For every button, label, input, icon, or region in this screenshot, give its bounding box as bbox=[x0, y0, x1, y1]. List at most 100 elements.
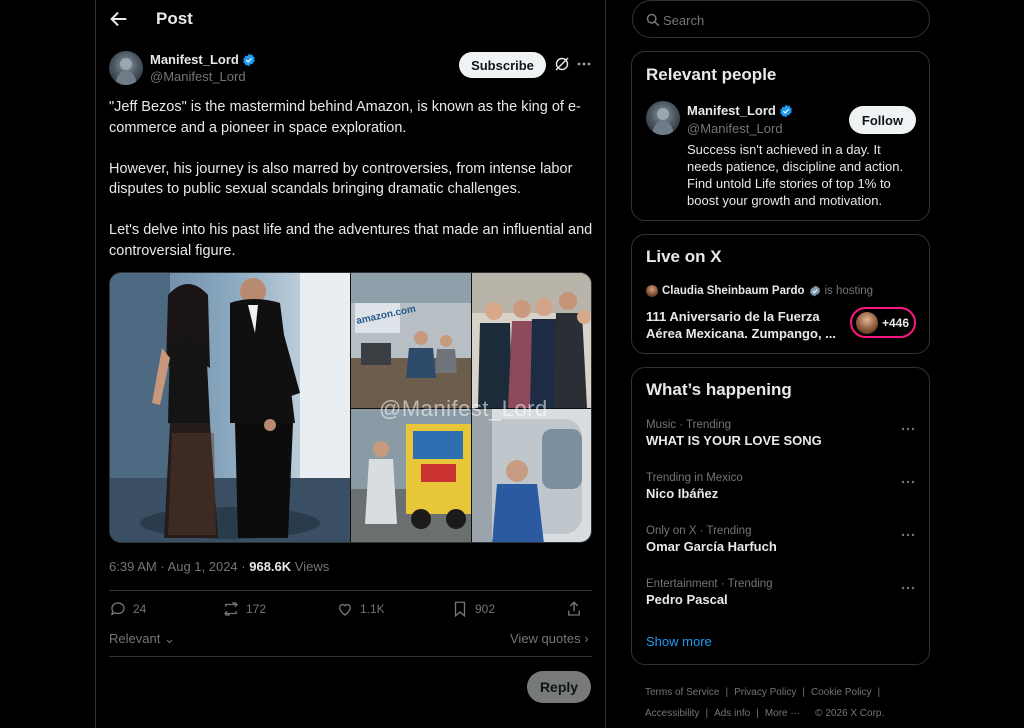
more-options-icon[interactable] bbox=[900, 580, 916, 596]
media-photo-family[interactable] bbox=[472, 273, 591, 408]
like-action[interactable]: 1.1K bbox=[336, 600, 385, 618]
copyright: © 2026 X Corp. bbox=[815, 708, 885, 719]
views-label: Views bbox=[294, 559, 330, 574]
listener-count: +446 bbox=[882, 315, 910, 330]
media-photo-space[interactable] bbox=[472, 409, 591, 542]
search-icon bbox=[646, 13, 660, 27]
trend-item[interactable]: Trending in Mexico Nico Ibáñez bbox=[646, 472, 916, 501]
host-avatar bbox=[646, 285, 658, 297]
more-options-icon[interactable] bbox=[900, 474, 916, 490]
media-watermark: @Manifest_Lord bbox=[379, 396, 548, 421]
live-host-row[interactable]: Claudia Sheinbaum Pardo is hosting bbox=[646, 285, 873, 297]
more-options-icon[interactable] bbox=[900, 421, 916, 437]
bookmark-action[interactable]: 902 bbox=[451, 600, 495, 618]
reply-icon bbox=[110, 602, 125, 616]
post-text: "Jeff Bezos" is the mastermind behind Am… bbox=[109, 97, 594, 282]
more-options-icon[interactable] bbox=[575, 55, 593, 73]
live-title: Live on X bbox=[646, 247, 722, 266]
chevron-down-icon: ⌄ bbox=[163, 631, 175, 646]
terms-link[interactable]: Terms of Service bbox=[645, 687, 719, 698]
show-more-link[interactable]: Show more bbox=[646, 634, 712, 649]
page-title: Post bbox=[156, 9, 193, 28]
repost-count: 172 bbox=[246, 602, 267, 616]
relevant-person-name[interactable]: Manifest_Lord bbox=[687, 103, 793, 118]
relevant-person-avatar[interactable] bbox=[646, 101, 680, 135]
footer-row: Accessibility | Ads info | More ··· © 2026 X… bbox=[645, 708, 885, 719]
listener-avatar bbox=[856, 311, 878, 334]
verified-badge-icon bbox=[780, 104, 792, 117]
more-link[interactable]: More ··· bbox=[765, 708, 801, 719]
author-handle[interactable]: @Manifest_Lord bbox=[150, 69, 246, 84]
verified-badge-icon bbox=[809, 285, 820, 297]
sort-label[interactable]: Relevant bbox=[109, 631, 160, 646]
author-name-text[interactable]: Manifest_Lord bbox=[150, 52, 239, 67]
verified-badge-icon bbox=[243, 53, 255, 66]
post-paragraph: "Jeff Bezos" is the mastermind behind Am… bbox=[109, 99, 581, 136]
live-card: Live on X Claudia Sheinbaum Pardo is hos… bbox=[631, 234, 930, 354]
trend-meta: Entertainment · Trending bbox=[646, 578, 773, 590]
trend-name[interactable]: Nico Ibáñez bbox=[646, 486, 916, 501]
privacy-link[interactable]: Privacy Policy bbox=[734, 687, 796, 698]
reply-button[interactable]: Reply bbox=[527, 671, 591, 703]
bookmark-icon bbox=[454, 601, 466, 618]
trend-name[interactable]: WHAT IS YOUR LOVE SONG bbox=[646, 433, 916, 448]
footer: Terms of Service | Privacy Policy | Cookie P… bbox=[645, 682, 925, 724]
relevant-people-card: Relevant people Manifest_Lord @Manifest_… bbox=[631, 51, 930, 221]
divider bbox=[109, 656, 592, 657]
view-quotes-label[interactable]: View quotes bbox=[510, 631, 581, 646]
trend-item[interactable]: Only on X · Trending Omar García Harfuch bbox=[646, 525, 916, 554]
live-listeners-badge[interactable]: +446 bbox=[850, 307, 916, 338]
like-count: 1.1K bbox=[360, 602, 385, 616]
heart-icon bbox=[339, 603, 351, 616]
main-column: Post Manifest_Lord @Manifest_Lord Subscr… bbox=[95, 0, 606, 728]
post-paragraph: However, his journey is also marred by c… bbox=[109, 160, 573, 198]
more-options-icon[interactable] bbox=[900, 527, 916, 543]
trend-meta: Music · Trending bbox=[646, 419, 732, 431]
repost-icon bbox=[224, 601, 238, 617]
cookie-link[interactable]: Cookie Policy bbox=[811, 687, 872, 698]
hosting-label: is hosting bbox=[824, 285, 874, 297]
view-quotes-link[interactable]: View quotes › bbox=[510, 631, 589, 646]
follow-button[interactable]: Follow bbox=[849, 106, 916, 134]
trend-item[interactable]: Music · Trending WHAT IS YOUR LOVE SONG bbox=[646, 419, 916, 448]
author-name[interactable]: Manifest_Lord bbox=[150, 52, 256, 67]
ads-info-link[interactable]: Ads info bbox=[714, 708, 750, 719]
chevron-right-icon: › bbox=[584, 631, 589, 646]
media-photo-couple[interactable] bbox=[110, 273, 350, 542]
post-date[interactable]: Aug 1, 2024 bbox=[168, 559, 238, 574]
trend-name[interactable]: Pedro Pascal bbox=[646, 592, 916, 607]
trends-card: What’s happening Music · Trending WHAT I… bbox=[631, 367, 930, 665]
relevant-people-title: Relevant people bbox=[646, 65, 777, 84]
trend-meta: Only on X · Trending bbox=[646, 525, 752, 537]
accessibility-link[interactable]: Accessibility bbox=[645, 708, 699, 719]
subscribe-button[interactable]: Subscribe bbox=[459, 52, 546, 78]
media-photo-truck[interactable] bbox=[351, 409, 471, 542]
live-event-title[interactable]: 111 Aniversario de la Fuerza Aérea Mexic… bbox=[646, 308, 846, 342]
reply-count: 24 bbox=[133, 602, 147, 616]
trend-name[interactable]: Omar García Harfuch bbox=[646, 539, 916, 554]
post-paragraph: Let's delve into his past life and the a… bbox=[109, 222, 593, 259]
trends-title: What’s happening bbox=[646, 380, 792, 399]
back-arrow-icon[interactable] bbox=[108, 8, 130, 30]
reply-action[interactable]: 24 bbox=[109, 600, 146, 618]
share-icon bbox=[568, 601, 580, 616]
media-photo-office[interactable]: amazon.com bbox=[351, 273, 471, 408]
divider bbox=[109, 590, 592, 591]
search-input[interactable] bbox=[663, 11, 913, 29]
relevant-person-handle[interactable]: @Manifest_Lord bbox=[687, 121, 783, 136]
repost-action[interactable]: 172 bbox=[222, 600, 266, 618]
relevant-person-name-text[interactable]: Manifest_Lord bbox=[687, 103, 776, 118]
post-timestamp: 6:39 AM · Aug 1, 2024 · 968.6K Views bbox=[109, 559, 330, 574]
bookmark-count: 902 bbox=[475, 602, 496, 616]
post-header: Post bbox=[96, 0, 605, 38]
grok-icon[interactable] bbox=[554, 56, 570, 72]
search-box[interactable] bbox=[632, 0, 930, 38]
views-count: 968.6K bbox=[249, 559, 292, 574]
author-avatar[interactable] bbox=[109, 51, 143, 85]
sort-replies[interactable]: Relevant ⌄ bbox=[109, 631, 175, 647]
host-name[interactable]: Claudia Sheinbaum Pardo bbox=[662, 285, 805, 297]
share-action[interactable] bbox=[565, 600, 583, 618]
trend-item[interactable]: Entertainment · Trending Pedro Pascal bbox=[646, 578, 916, 607]
post-media[interactable]: amazon.com @Manifest_Lord bbox=[109, 272, 592, 543]
post-time[interactable]: 6:39 AM bbox=[109, 559, 157, 574]
